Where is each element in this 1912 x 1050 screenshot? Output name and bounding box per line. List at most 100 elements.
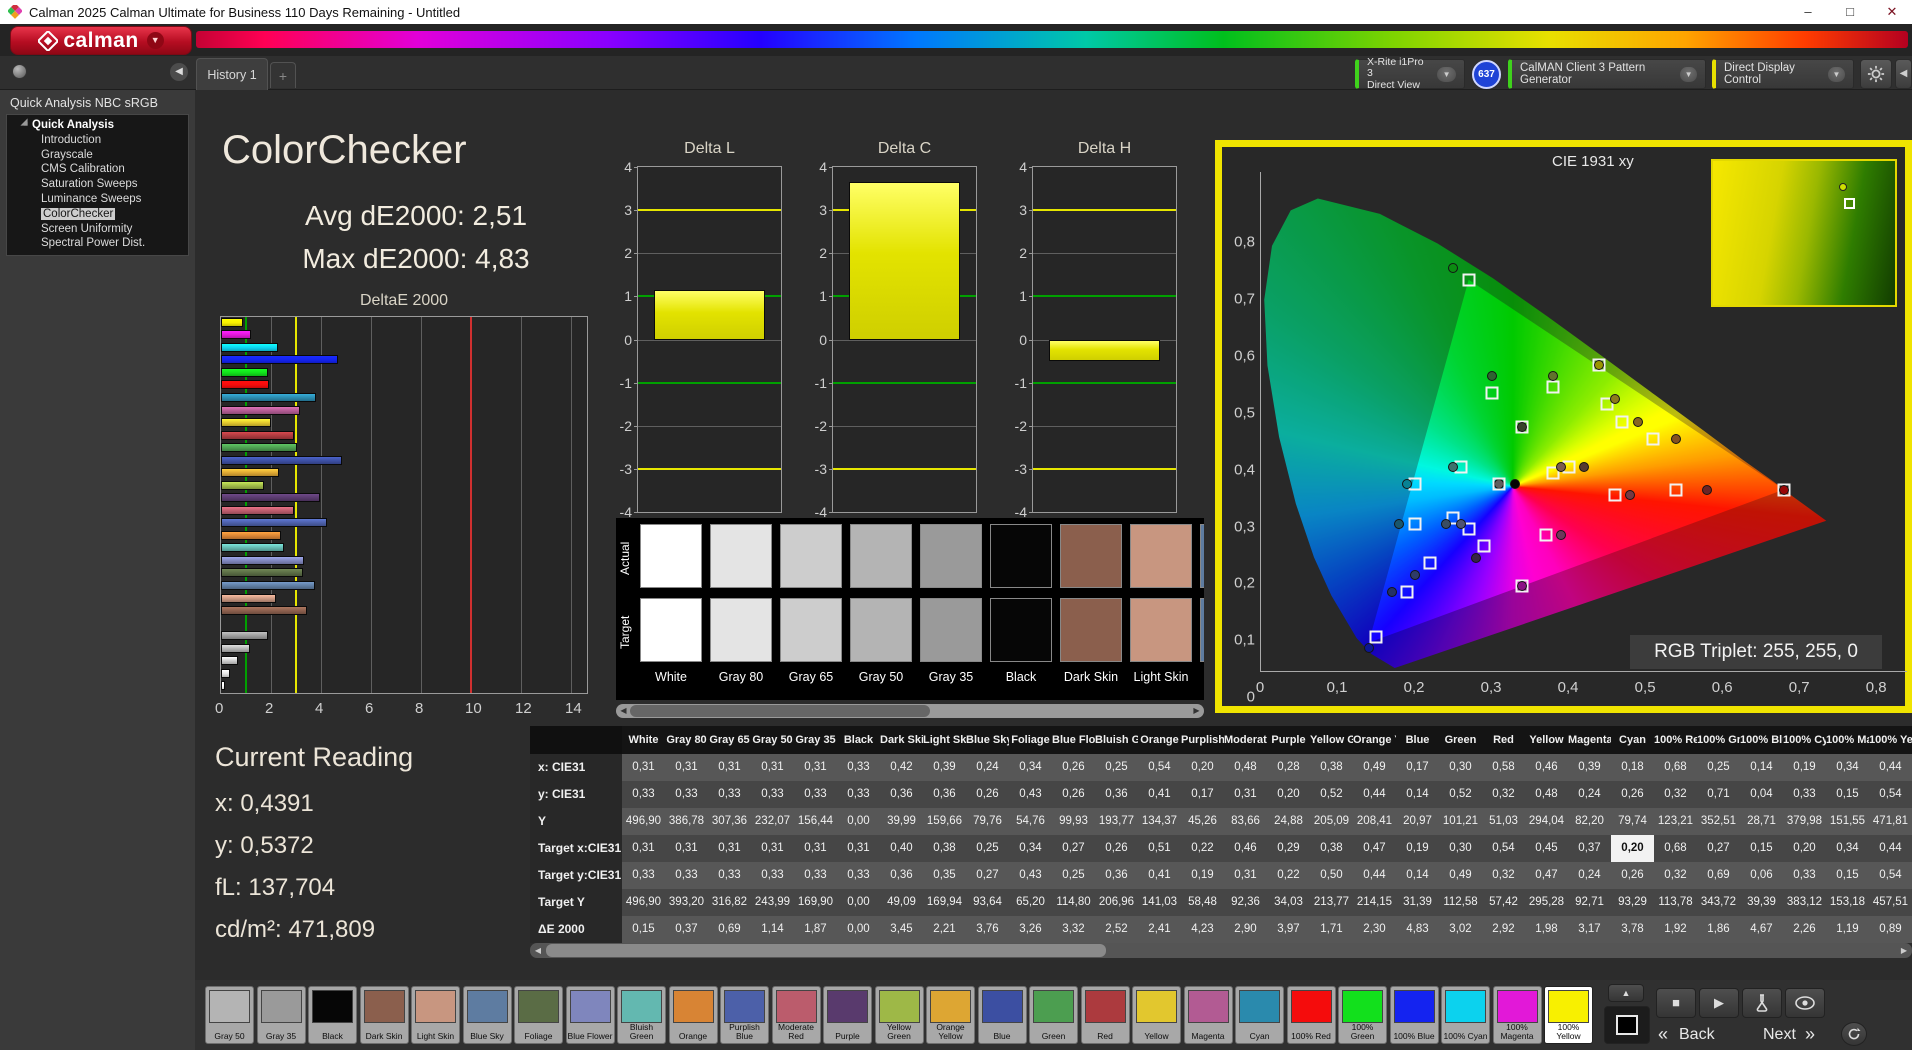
table-cell[interactable]: 45,26 — [1181, 808, 1224, 835]
table-cell[interactable]: 0,31 — [1224, 862, 1267, 889]
table-cell[interactable]: 3,26 — [1009, 916, 1052, 943]
table-cell[interactable]: 65,20 — [1009, 889, 1052, 916]
table-cell[interactable]: 0,32 — [1654, 862, 1697, 889]
patch-button-light-skin[interactable]: Light Skin — [411, 986, 460, 1044]
table-cell[interactable]: 0,31 — [708, 835, 751, 862]
table-cell[interactable]: 0,43 — [1009, 781, 1052, 808]
patch-button-100-green[interactable]: 100% Green — [1338, 986, 1387, 1044]
patch-button-yellow[interactable]: Yellow — [1132, 986, 1181, 1044]
table-cell[interactable]: 0,89 — [1869, 916, 1912, 943]
table-cell[interactable]: 0,19 — [1783, 754, 1826, 781]
table-cell[interactable]: 0,41 — [1138, 781, 1181, 808]
table-cell[interactable]: 0,34 — [1009, 835, 1052, 862]
table-cell[interactable]: 0,44 — [1353, 781, 1396, 808]
patch-button-green[interactable]: Green — [1029, 986, 1078, 1044]
table-cell[interactable]: 0,33 — [1783, 781, 1826, 808]
table-cell[interactable]: 0,54 — [1138, 754, 1181, 781]
source-dropdown[interactable]: CalMAN Client 3 Pattern Generator ▼ — [1508, 59, 1706, 89]
table-cell[interactable]: 0,26 — [1611, 781, 1654, 808]
table-cell[interactable]: 214,15 — [1353, 889, 1396, 916]
table-cell[interactable]: 2,41 — [1138, 916, 1181, 943]
table-cell[interactable]: 0,28 — [1267, 754, 1310, 781]
sidebar-item-spectral-power-dist-[interactable]: Spectral Power Dist. — [7, 236, 188, 251]
table-cell[interactable]: 0,33 — [665, 862, 708, 889]
table-cell[interactable]: 0,19 — [1396, 835, 1439, 862]
table-cell[interactable]: 0,42 — [880, 754, 923, 781]
table-cell[interactable]: 0,54 — [1482, 835, 1525, 862]
table-cell[interactable]: 294,04 — [1525, 808, 1568, 835]
patch-button-purple[interactable]: Purple — [823, 986, 872, 1044]
table-cell[interactable]: 93,29 — [1611, 889, 1654, 916]
table-cell[interactable]: 123,21 — [1654, 808, 1697, 835]
table-cell[interactable]: 2,92 — [1482, 916, 1525, 943]
table-cell[interactable]: 2,90 — [1224, 916, 1267, 943]
table-cell[interactable]: 213,77 — [1310, 889, 1353, 916]
table-cell[interactable]: 243,99 — [751, 889, 794, 916]
table-cell[interactable]: 0,33 — [708, 781, 751, 808]
table-cell[interactable]: 0,20 — [1267, 781, 1310, 808]
table-cell[interactable]: 0,30 — [1439, 835, 1482, 862]
table-cell[interactable]: 0,31 — [751, 835, 794, 862]
table-cell[interactable]: 0,37 — [1568, 835, 1611, 862]
table-cell[interactable]: 0,20 — [1181, 754, 1224, 781]
table-cell[interactable]: 0,52 — [1310, 781, 1353, 808]
table-cell[interactable]: 0,33 — [794, 781, 837, 808]
table-cell[interactable]: 114,80 — [1052, 889, 1095, 916]
table-cell[interactable]: 0,18 — [1611, 754, 1654, 781]
patch-button-blue-sky[interactable]: Blue Sky — [463, 986, 512, 1044]
table-cell[interactable]: 0,34 — [1826, 754, 1869, 781]
table-cell[interactable]: 51,03 — [1482, 808, 1525, 835]
table-cell[interactable]: 0,33 — [837, 781, 880, 808]
table-cell[interactable]: 0,41 — [1138, 862, 1181, 889]
swatch-scrollbar[interactable]: ◀ ▶ — [616, 704, 1204, 718]
add-tab-button[interactable]: + — [270, 62, 296, 88]
table-cell[interactable]: 0,22 — [1267, 862, 1310, 889]
table-cell[interactable]: 4,67 — [1740, 916, 1783, 943]
table-cell[interactable]: 153,18 — [1826, 889, 1869, 916]
table-cell[interactable]: 0,34 — [1826, 835, 1869, 862]
table-cell[interactable]: 0,46 — [1525, 754, 1568, 781]
table-cell[interactable]: 0,27 — [966, 862, 1009, 889]
panel-collapse-button[interactable]: ◀ — [1895, 59, 1912, 89]
table-cell[interactable]: 0,15 — [622, 916, 665, 943]
tab-history-1[interactable]: History 1 — [196, 58, 268, 90]
table-cell[interactable]: 0,38 — [923, 835, 966, 862]
table-cell[interactable]: 0,20 — [1611, 835, 1654, 862]
table-cell[interactable]: 0,36 — [1095, 862, 1138, 889]
table-cell[interactable]: 0,33 — [622, 862, 665, 889]
patch-button-cyan[interactable]: Cyan — [1235, 986, 1284, 1044]
table-cell[interactable]: 0,48 — [1224, 754, 1267, 781]
scroll-right-icon[interactable]: ▶ — [1190, 705, 1203, 717]
patch-button-100-yellow[interactable]: 100% Yellow — [1544, 986, 1593, 1044]
scroll-right-icon[interactable]: ▶ — [1897, 944, 1911, 957]
next-button[interactable]: Next — [1763, 1026, 1796, 1044]
table-cell[interactable]: 0,46 — [1224, 835, 1267, 862]
minimize-button[interactable]: – — [1788, 0, 1828, 24]
table-cell[interactable]: 39,99 — [880, 808, 923, 835]
table-cell[interactable]: 2,52 — [1095, 916, 1138, 943]
table-cell[interactable]: 1,87 — [794, 916, 837, 943]
table-cell[interactable]: 0,26 — [966, 781, 1009, 808]
table-cell[interactable]: 83,66 — [1224, 808, 1267, 835]
table-cell[interactable]: 0,24 — [1568, 781, 1611, 808]
table-cell[interactable]: 0,32 — [1654, 781, 1697, 808]
calman-menu-button[interactable]: calman ▼ — [10, 26, 192, 55]
table-cell[interactable]: 0,25 — [1052, 862, 1095, 889]
table-cell[interactable]: 0,17 — [1396, 754, 1439, 781]
table-cell[interactable]: 0,39 — [923, 754, 966, 781]
table-cell[interactable]: 0,50 — [1310, 862, 1353, 889]
table-cell[interactable]: 0,33 — [708, 862, 751, 889]
patch-button-100-cyan[interactable]: 100% Cyan — [1441, 986, 1490, 1044]
table-cell[interactable]: 1,14 — [751, 916, 794, 943]
table-cell[interactable]: 205,09 — [1310, 808, 1353, 835]
table-cell[interactable]: 0,14 — [1740, 754, 1783, 781]
table-cell[interactable]: 0,31 — [794, 754, 837, 781]
patch-button-black[interactable]: Black — [308, 986, 357, 1044]
table-cell[interactable]: 0,24 — [1568, 862, 1611, 889]
table-cell[interactable]: 24,88 — [1267, 808, 1310, 835]
pattern-window-button[interactable] — [1604, 1006, 1650, 1044]
table-cell[interactable]: 0,35 — [923, 862, 966, 889]
table-cell[interactable]: 0,31 — [751, 754, 794, 781]
sidebar-item-introduction[interactable]: Introduction — [7, 133, 188, 148]
table-cell[interactable]: 343,72 — [1697, 889, 1740, 916]
